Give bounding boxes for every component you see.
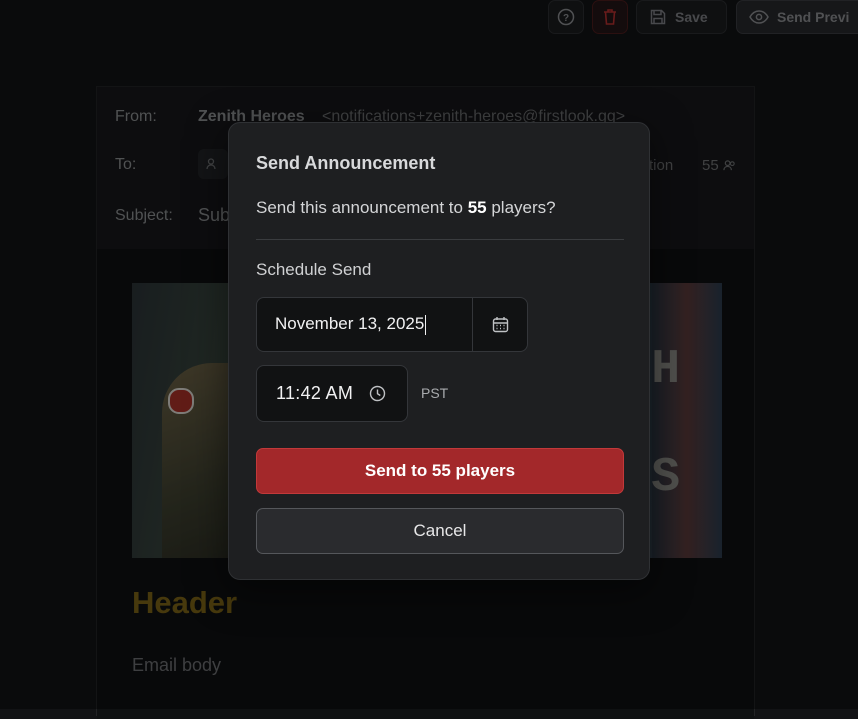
date-input[interactable]: November 13, 2025 [256, 297, 528, 352]
dialog-title: Send Announcement [256, 153, 436, 173]
desc-count: 55 [467, 198, 487, 217]
divider [256, 239, 624, 240]
send-to-players-button[interactable]: Send to 55 players [256, 448, 624, 494]
cancel-button[interactable]: Cancel [256, 508, 624, 554]
schedule-send-label: Schedule Send [256, 260, 372, 279]
text-caret [425, 314, 427, 335]
time-input[interactable]: 11:42 AM [256, 365, 408, 422]
desc-suffix: players? [486, 198, 556, 217]
date-text: November 13, 2025 [275, 314, 425, 333]
time-value: 11:42 AM [276, 383, 354, 403]
clock-icon[interactable] [369, 385, 386, 402]
calendar-icon [492, 317, 508, 333]
send-announcement-dialog: Send Announcement Send this announcement… [228, 122, 650, 580]
dialog-description: Send this announcement to 55 players? [256, 198, 556, 218]
date-value: November 13, 2025 [275, 314, 427, 335]
desc-prefix: Send this announcement to [256, 198, 468, 217]
calendar-button[interactable] [472, 298, 527, 351]
timezone-label: PST [421, 385, 449, 401]
